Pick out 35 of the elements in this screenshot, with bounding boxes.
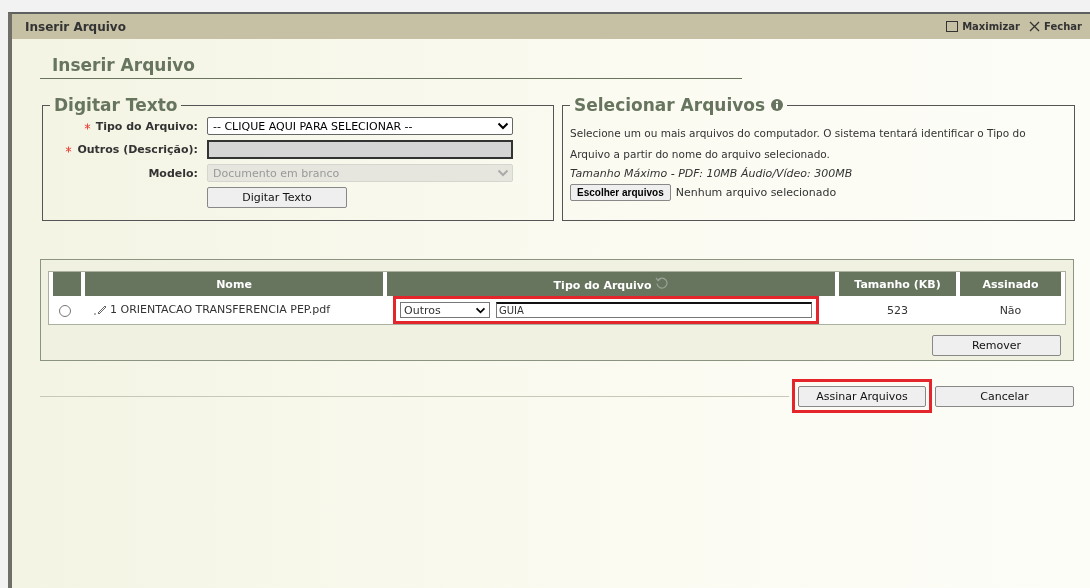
field-label: Modelo: xyxy=(148,166,198,180)
field-label: Tipo do Arquivo: xyxy=(95,119,198,133)
info-icon[interactable] xyxy=(771,99,784,111)
panel-title: Digitar Texto xyxy=(53,95,179,115)
type-select[interactable]: Outros xyxy=(400,302,490,318)
digitar-texto-button[interactable]: Digitar Texto xyxy=(207,187,347,208)
table-cell-text: Não xyxy=(998,302,1023,319)
file-name: 1 ORIENTACAO TRANSFERENCIA PEP.pdf xyxy=(93,302,331,316)
maximize-button[interactable]: Maximizar xyxy=(946,21,1021,32)
description-text: Selecione um ou mais arquivos do computador. O sistema tentará identificar o Tipo do Arquivo a partir do nome do arquivo selecionado. xyxy=(570,126,1027,162)
action-button[interactable]: Cancelar xyxy=(935,385,1074,407)
description-input[interactable]: GUIA xyxy=(496,302,812,318)
caret-icon xyxy=(497,169,509,177)
column-header: Tipo do Arquivo xyxy=(387,272,835,296)
pencil-icon xyxy=(93,303,107,315)
remove-button[interactable]: Remover xyxy=(932,335,1061,356)
choose-files-button[interactable]: Escolher arquivos xyxy=(570,184,671,201)
window-title: Inserir Arquivo xyxy=(25,19,126,34)
file-status: Nenhum arquivo selecionado xyxy=(675,186,837,199)
size-limit-text: Tamanho Máximo - PDF: 10MB Áudio/Vídeo: 300MB xyxy=(570,167,854,180)
column-header: Tamanho (KB) xyxy=(839,272,956,296)
column-header: Assinado xyxy=(960,272,1061,296)
maximize-icon xyxy=(946,21,959,32)
caret-icon xyxy=(497,122,509,130)
table-cell-text: 523 xyxy=(886,302,909,319)
action-button[interactable]: Assinar Arquivos xyxy=(798,386,926,407)
panel-title: Selecionar Arquivos xyxy=(570,95,788,115)
caret-icon xyxy=(475,306,486,314)
close-icon xyxy=(1029,21,1041,32)
column-header: Nome xyxy=(85,272,383,296)
close-button[interactable]: Fechar xyxy=(1029,21,1082,32)
page-heading: Inserir Arquivo xyxy=(40,51,742,79)
select-field[interactable]: -- CLIQUE AQUI PARA SELECIONAR -- xyxy=(207,117,513,135)
field-label: Outros (Descrição): xyxy=(77,143,198,156)
column-header xyxy=(53,272,81,296)
